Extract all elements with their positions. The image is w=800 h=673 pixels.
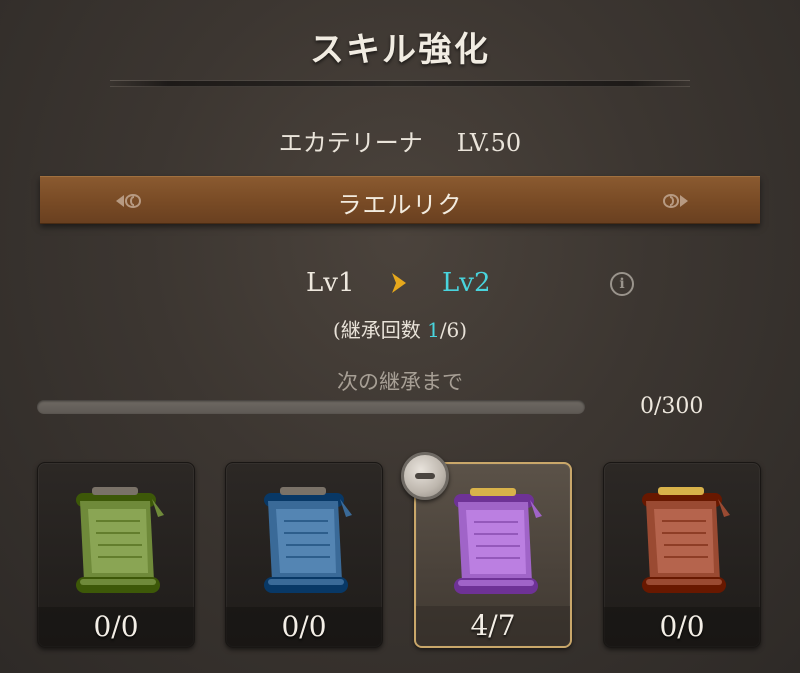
material-count: 0/0 [281, 610, 327, 643]
green-scroll-icon [62, 485, 172, 603]
current-level: Lv1 [306, 268, 355, 298]
inherit-progress-text: 0/300 [640, 394, 704, 419]
inherit-suffix: /6) [439, 318, 468, 342]
next-inherit-label: 次の継承まで [337, 370, 463, 394]
inherit-count: (継承回数 1/6) [0, 314, 800, 343]
inherit-prefix: (継承回数 [332, 318, 428, 342]
material-count: 4/7 [470, 609, 516, 642]
purple-scroll-icon [440, 486, 550, 604]
material-card-green-scroll[interactable]: 0/0 [37, 462, 195, 648]
inherit-current: 1 [427, 318, 440, 342]
material-count: 0/0 [93, 610, 139, 643]
hero-info: エカテリーナ LV.50 [0, 123, 800, 158]
material-count: 0/0 [659, 610, 705, 643]
red-scroll-icon [628, 485, 738, 603]
skill-name: ラエルリク [337, 191, 463, 219]
info-icon[interactable]: i [610, 272, 634, 296]
hero-level: LV.50 [456, 129, 522, 157]
skill-selector: ラエルリク [40, 176, 760, 224]
minus-button[interactable] [401, 452, 449, 500]
page-title: スキル強化 [310, 30, 490, 70]
inherit-progress-bar [37, 400, 585, 414]
right-scroll-arrow-icon[interactable] [656, 187, 692, 215]
material-card-blue-scroll[interactable]: 0/0 [225, 462, 383, 648]
hero-name: エカテリーナ [278, 129, 423, 157]
title-divider [110, 80, 690, 87]
minus-icon [415, 473, 435, 479]
chevron-right-icon [388, 270, 410, 302]
blue-scroll-icon [250, 485, 360, 603]
next-level: Lv2 [442, 268, 491, 298]
material-card-red-scroll[interactable]: 0/0 [603, 462, 761, 648]
